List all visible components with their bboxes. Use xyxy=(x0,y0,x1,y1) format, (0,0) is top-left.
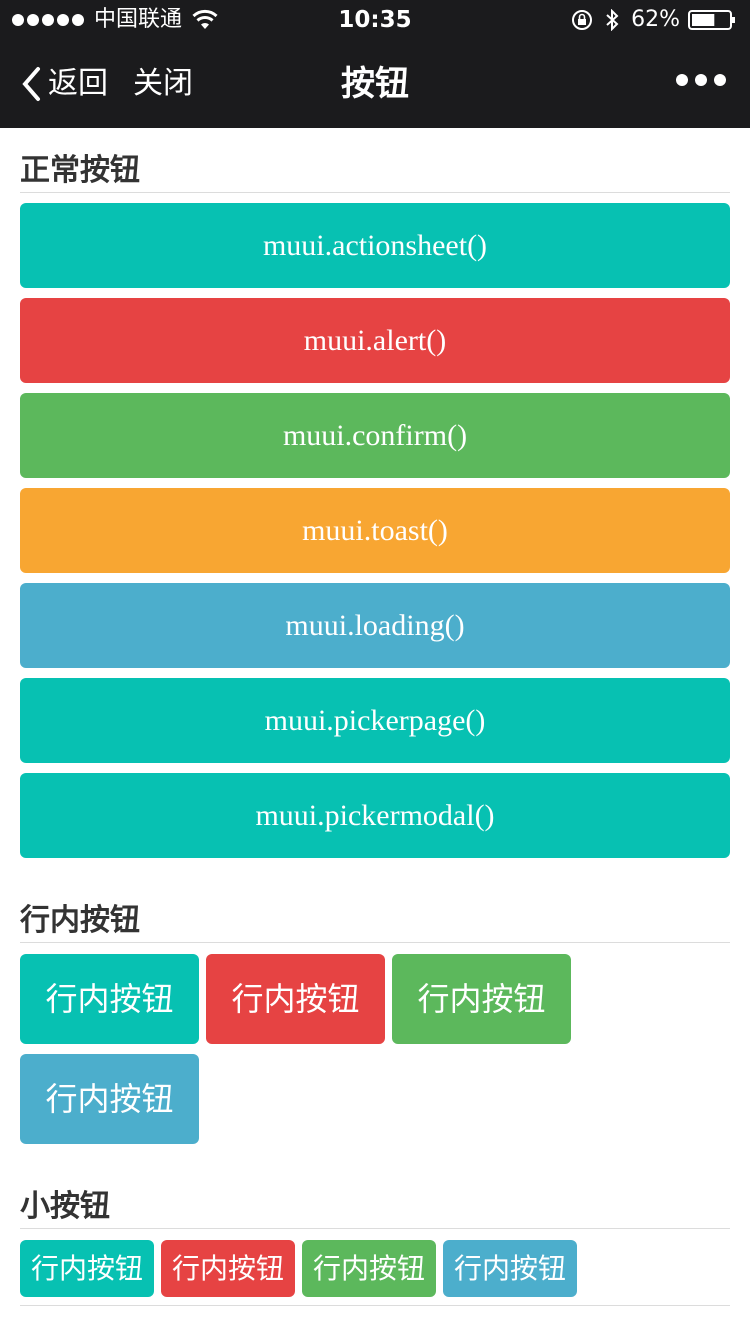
inline-button-green[interactable]: 行内按钮 xyxy=(392,954,571,1044)
bluetooth-icon xyxy=(606,9,619,31)
alert-button[interactable]: muui.alert() xyxy=(20,298,730,383)
orientation-lock-icon xyxy=(572,10,593,30)
section-title-normal: 正常按钮 xyxy=(20,150,730,193)
small-button-blue[interactable]: 行内按钮 xyxy=(443,1240,577,1297)
bottom-divider xyxy=(20,1305,730,1306)
page-title: 按钮 xyxy=(341,64,409,104)
battery-icon xyxy=(688,10,735,30)
section-title-small: 小按钮 xyxy=(20,1186,730,1229)
main-content: 正常按钮 muui.actionsheet() muui.alert() muu… xyxy=(20,128,730,1306)
pickermodal-button[interactable]: muui.pickermodal() xyxy=(20,773,730,858)
toast-button[interactable]: muui.toast() xyxy=(20,488,730,573)
small-button-teal[interactable]: 行内按钮 xyxy=(20,1240,154,1297)
pickerpage-button[interactable]: muui.pickerpage() xyxy=(20,678,730,763)
confirm-button[interactable]: muui.confirm() xyxy=(20,393,730,478)
inline-button-red[interactable]: 行内按钮 xyxy=(206,954,385,1044)
small-buttons: 行内按钮 行内按钮 行内按钮 行内按钮 xyxy=(20,1240,730,1297)
section-title-inline: 行内按钮 xyxy=(20,900,730,943)
actionsheet-button[interactable]: muui.actionsheet() xyxy=(20,203,730,288)
loading-button[interactable]: muui.loading() xyxy=(20,583,730,668)
status-bar: 中国联通 10:35 62% xyxy=(0,0,750,40)
nav-bar: 返回 关闭 按钮 xyxy=(0,40,750,128)
inline-button-teal[interactable]: 行内按钮 xyxy=(20,954,199,1044)
inline-buttons: 行内按钮 行内按钮 行内按钮 行内按钮 xyxy=(20,954,730,1144)
normal-buttons: muui.actionsheet() muui.alert() muui.con… xyxy=(20,203,730,858)
small-button-red[interactable]: 行内按钮 xyxy=(161,1240,295,1297)
status-right: 62% xyxy=(571,6,736,34)
small-button-green[interactable]: 行内按钮 xyxy=(302,1240,436,1297)
more-dots-icon[interactable] xyxy=(676,74,726,86)
inline-button-blue[interactable]: 行内按钮 xyxy=(20,1054,199,1144)
battery-percent: 62% xyxy=(631,7,680,32)
